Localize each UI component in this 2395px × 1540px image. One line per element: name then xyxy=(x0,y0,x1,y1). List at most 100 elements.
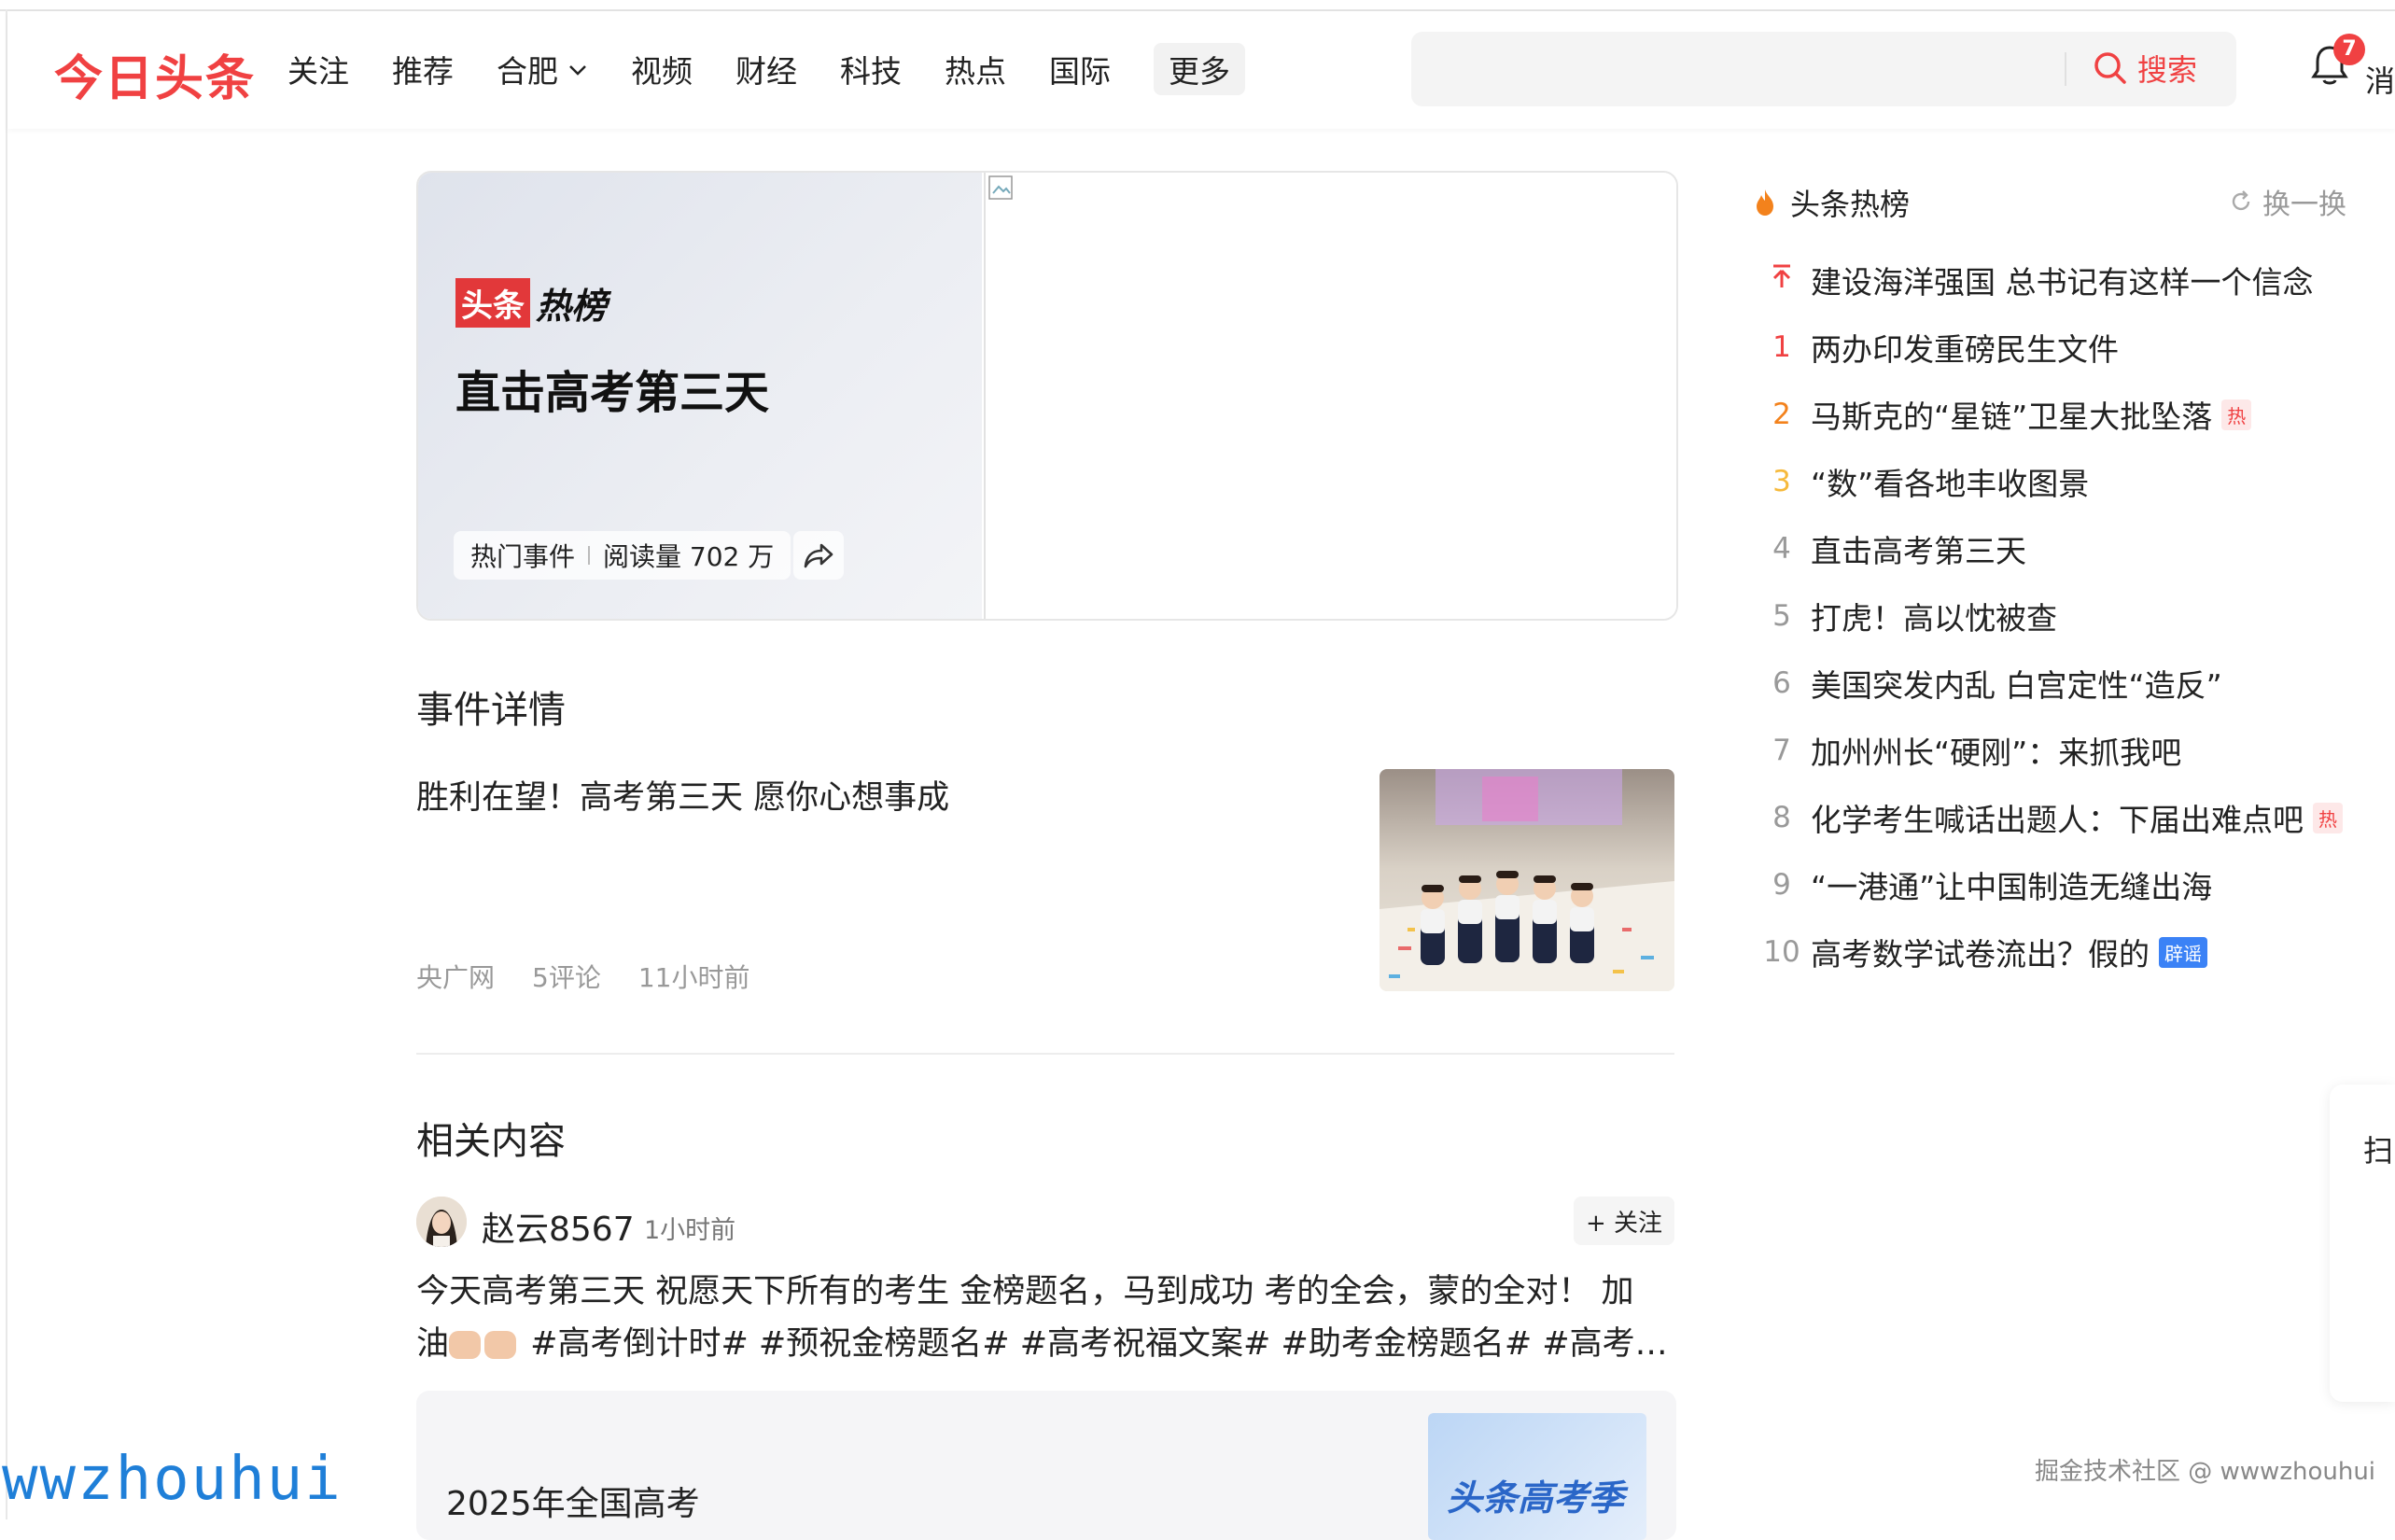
hot-rank: 1 xyxy=(1772,330,1791,364)
hot-event-hero[interactable]: 头条 热榜 直击高考第三天 热门事件 阅读量 702 万 xyxy=(416,171,1678,621)
hot-rank: 9 xyxy=(1772,868,1791,902)
nav-recommend[interactable]: 推荐 xyxy=(392,43,454,95)
article-comments: 5评论 xyxy=(532,962,601,993)
rumor-tag: 辟谣 xyxy=(2159,936,2207,968)
hero-category: 热门事件 xyxy=(470,541,576,572)
hot-item-label: “数”看各地丰收图景 xyxy=(1811,466,2090,502)
nav-city[interactable]: 合肥 xyxy=(497,43,588,95)
hot-list-title: 头条热榜 xyxy=(1790,187,1911,222)
post-line-2-prefix: 油 xyxy=(416,1325,450,1363)
refresh-icon xyxy=(2232,190,2250,211)
brand-text: 热榜 xyxy=(536,286,608,327)
embed-thumbnail-text: 头条高考季 xyxy=(1447,1477,1625,1519)
hot-list-item[interactable]: 10 高考数学试卷流出？假的 辟谣 xyxy=(1753,918,2350,986)
nav-city-label: 合肥 xyxy=(497,53,558,90)
hot-rank: 5 xyxy=(1772,599,1791,633)
flexed-arm-emoji-icon xyxy=(484,1331,517,1359)
watermark-left: wwzhouhui xyxy=(2,1445,343,1514)
hot-item-label: 加州州长“硬刚”：来抓我吧 xyxy=(1811,735,2182,771)
hot-list-item[interactable]: 2 马斯克的“星链”卫星大批坠落热 xyxy=(1753,381,2350,448)
share-icon xyxy=(804,543,833,568)
refresh-label: 换一换 xyxy=(2262,189,2346,221)
hot-list-item[interactable]: 4 直击高考第三天 xyxy=(1753,515,2350,582)
window-left-border xyxy=(6,9,7,1519)
hero-reads: 阅读量 702 万 xyxy=(603,541,775,572)
hot-list-item[interactable]: 8 化学考生喊话出题人：下届出难点吧热 xyxy=(1753,784,2350,851)
fire-icon xyxy=(1757,189,1773,216)
article-time: 11小时前 xyxy=(637,962,750,993)
watermark-right: 掘金技术社区 @ wwwzhouhui xyxy=(2035,1458,2376,1486)
hot-item-label: 建设海洋强国 总书记有这样一个信念 xyxy=(1811,264,2314,301)
search-button-label: 搜索 xyxy=(2137,52,2198,88)
hero-info-panel: 头条 热榜 直击高考第三天 热门事件 阅读量 702 万 xyxy=(418,173,982,619)
hot-item-label: 高考数学试卷流出？假的 xyxy=(1811,936,2150,973)
hot-item-label: “一港通”让中国制造无缝出海 xyxy=(1811,869,2213,905)
nav-world[interactable]: 国际 xyxy=(1049,43,1111,95)
meta-divider xyxy=(588,546,591,565)
notification-label[interactable]: 消 xyxy=(2365,58,2395,101)
author-name[interactable]: 赵云8567 xyxy=(482,1202,635,1251)
post-text[interactable]: 今天高考第三天 祝愿天下所有的考生 金榜题名，马到成功 考的全会，蒙的全对！ 加… xyxy=(416,1266,1676,1370)
article-thumbnail[interactable] xyxy=(1380,769,1674,991)
search-box: 搜索 xyxy=(1411,32,2236,108)
hot-tag: 热 xyxy=(2221,399,2252,430)
hot-item-label: 直击高考第三天 xyxy=(1811,533,2026,569)
hot-rank: 4 xyxy=(1772,532,1791,566)
nav-hot[interactable]: 热点 xyxy=(945,43,1006,95)
site-header: 今日头条 关注 推荐 合肥 视频 财经 科技 热点 国际 更多 搜索 7 消 xyxy=(7,11,2395,129)
chevron-down-icon xyxy=(567,56,588,82)
nav-follow[interactable]: 关注 xyxy=(287,43,349,95)
follow-button[interactable]: + 关注 xyxy=(1574,1197,1674,1245)
refresh-button[interactable]: 换一换 xyxy=(2229,181,2346,222)
nav-video[interactable]: 视频 xyxy=(631,43,693,95)
search-icon xyxy=(2094,52,2126,84)
related-heading: 相关内容 xyxy=(416,1120,566,1163)
pin-top-icon xyxy=(1753,263,1811,297)
hot-item-label: 打虎！高以忱被查 xyxy=(1811,600,2057,637)
side-float-panel[interactable]: 扫 xyxy=(2330,1085,2395,1402)
post-line-2: 油 #高考倒计时# #预祝金榜题名# #高考祝福文案# #助考金榜题名# #高考… xyxy=(416,1318,1676,1370)
share-button[interactable] xyxy=(793,531,844,580)
embed-thumbnail: 头条高考季 xyxy=(1428,1413,1646,1540)
search-button[interactable]: 搜索 xyxy=(2093,47,2197,90)
hot-list-item[interactable]: 6 美国突发内乱 白宫定性“造反” xyxy=(1753,650,2350,717)
hot-list-item[interactable]: 1 两办印发重磅民生文件 xyxy=(1753,314,2350,381)
hero-title: 直击高考第三天 xyxy=(455,367,770,419)
nav-more[interactable]: 更多 xyxy=(1154,43,1245,95)
hot-list-item[interactable]: 建设海洋强国 总书记有这样一个信念 xyxy=(1753,246,2350,314)
post-line-1: 今天高考第三天 祝愿天下所有的考生 金榜题名，马到成功 考的全会，蒙的全对！ 加 xyxy=(416,1273,1634,1310)
brand-badge: 头条 xyxy=(455,278,530,328)
side-float-label: 扫 xyxy=(2363,1133,2394,1169)
post-hashtags: #高考倒计时# #预祝金榜题名# #高考祝福文案# #助考金榜题名# #高考喜.… xyxy=(530,1325,1676,1363)
hot-list-item[interactable]: 3 “数”看各地丰收图景 xyxy=(1753,448,2350,515)
hot-tag: 热 xyxy=(2313,802,2343,833)
hot-rank: 3 xyxy=(1772,465,1791,498)
hot-rank: 2 xyxy=(1772,398,1791,431)
hot-item-label: 马斯克的“星链”卫星大批坠落 xyxy=(1811,399,2213,435)
event-details-heading: 事件详情 xyxy=(416,689,566,732)
post-time: 1小时前 xyxy=(644,1216,736,1245)
article-source[interactable]: 央广网 xyxy=(416,958,495,995)
hot-list-item[interactable]: 7 加州州长“硬刚”：来抓我吧 xyxy=(1753,717,2350,784)
hot-list: 建设海洋强国 总书记有这样一个信念 1 两办印发重磅民生文件 2 马斯克的“星链”卫星大… xyxy=(1753,246,2350,986)
search-input[interactable] xyxy=(1434,32,2044,108)
section-divider xyxy=(416,1053,1674,1055)
site-logo[interactable]: 今日头条 xyxy=(54,39,256,109)
hot-rank: 8 xyxy=(1772,801,1791,834)
embedded-card[interactable]: 2025年全国高考 头条高考季 xyxy=(416,1391,1676,1540)
flexed-arm-emoji-icon xyxy=(449,1331,482,1359)
main-nav: 关注 推荐 合肥 视频 财经 科技 热点 国际 更多 xyxy=(287,43,1245,95)
hot-list-item[interactable]: 5 打虎！高以忱被查 xyxy=(1753,582,2350,650)
window-top-border xyxy=(0,0,2395,11)
broken-image-icon xyxy=(988,175,1013,200)
hot-rank: 10 xyxy=(1763,935,1800,969)
embed-title: 2025年全国高考 xyxy=(446,1485,700,1523)
hero-meta: 热门事件 阅读量 702 万 xyxy=(454,531,791,580)
nav-tech[interactable]: 科技 xyxy=(840,43,902,95)
article-title[interactable]: 胜利在望！高考第三天 愿你心想事成 xyxy=(416,771,949,819)
nav-finance[interactable]: 财经 xyxy=(735,43,797,95)
hero-image xyxy=(984,173,1676,619)
author-avatar[interactable] xyxy=(416,1197,467,1247)
hot-list-header: 头条热榜 xyxy=(1753,181,1910,224)
hot-list-item[interactable]: 9 “一港通”让中国制造无缝出海 xyxy=(1753,851,2350,918)
